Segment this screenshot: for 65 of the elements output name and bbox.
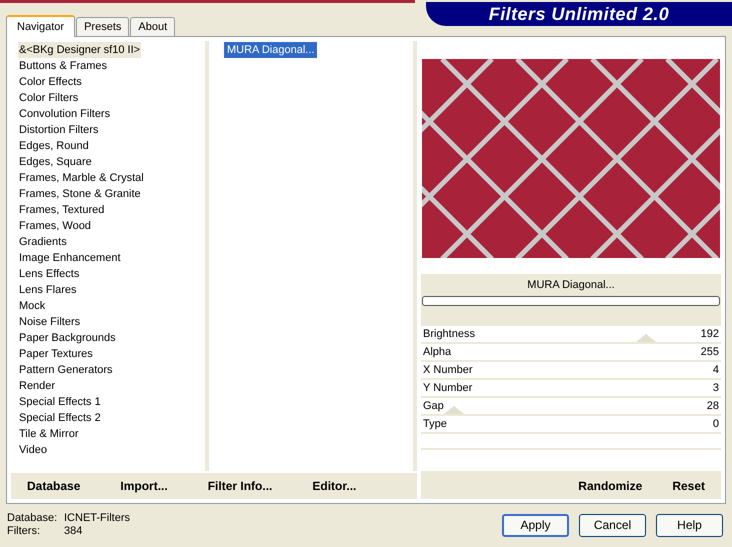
category-item[interactable]: Frames, Wood — [18, 218, 92, 234]
category-item[interactable]: &<BKg Designer sf10 II> — [18, 42, 142, 58]
parameter-value: 0 — [712, 416, 719, 432]
category-item[interactable]: Tile & Mirror — [18, 426, 80, 442]
status-value: ICNET-Filters — [64, 512, 130, 525]
dialog-button[interactable]: Help — [656, 514, 723, 536]
parameter-value: 192 — [700, 326, 719, 342]
toolbar-button[interactable]: Randomize — [568, 475, 652, 497]
parameter-name: Gap — [423, 398, 444, 414]
category-item[interactable]: Special Effects 1 — [18, 394, 102, 410]
parameter-value: 3 — [712, 380, 719, 396]
category-item[interactable]: Color Filters — [18, 90, 80, 106]
dialog-button[interactable]: Apply — [502, 514, 569, 536]
category-item[interactable]: Paper Textures — [18, 346, 94, 362]
status-value: 384 — [64, 525, 84, 538]
category-item[interactable]: Buttons & Frames — [18, 58, 108, 74]
parameter-row[interactable]: Gap 28 — [421, 398, 721, 416]
toolbar-button[interactable]: Filter Info... — [194, 475, 286, 497]
category-item[interactable]: Frames, Marble & Crystal — [18, 170, 145, 186]
parameter-value: 4 — [712, 362, 719, 378]
parameter-value: 28 — [706, 398, 719, 414]
toolbar-button[interactable]: Reset — [662, 475, 715, 497]
category-item[interactable]: Lens Effects — [18, 266, 80, 282]
category-item[interactable]: Distortion Filters — [18, 122, 100, 138]
toolbar-button[interactable]: Import... — [106, 475, 182, 497]
parameter-row[interactable]: X Number 4 — [421, 362, 721, 380]
category-item[interactable]: Frames, Textured — [18, 202, 106, 218]
parameter-name: X Number — [423, 362, 473, 378]
category-item[interactable]: Noise Filters — [18, 314, 82, 330]
category-item[interactable]: Gradients — [18, 234, 68, 250]
slider-thumb[interactable] — [444, 406, 464, 414]
toolbar-button[interactable]: Database — [13, 475, 94, 497]
category-item[interactable]: Paper Backgrounds — [18, 330, 117, 346]
slider-thumb[interactable] — [636, 334, 656, 342]
category-item[interactable]: Video — [18, 442, 48, 458]
category-item[interactable]: Image Enhancement — [18, 250, 122, 266]
status-label: Database: — [7, 512, 58, 525]
tab[interactable]: Navigator — [6, 15, 76, 37]
toolbar-button[interactable]: Editor... — [298, 475, 370, 497]
category-item[interactable]: Mock — [18, 298, 46, 314]
parameter-row[interactable]: Brightness 192 — [421, 326, 721, 344]
category-item[interactable]: Render — [18, 378, 56, 394]
parameter-row[interactable]: Alpha 255 — [421, 344, 721, 362]
tab[interactable]: About — [130, 17, 176, 36]
category-item[interactable]: Special Effects 2 — [18, 410, 102, 426]
category-item[interactable]: Frames, Stone & Granite — [18, 186, 142, 202]
category-item[interactable]: Color Effects — [18, 74, 83, 90]
parameter-name: Alpha — [423, 344, 452, 360]
category-item[interactable]: Convolution Filters — [18, 106, 112, 122]
category-item[interactable]: Edges, Square — [18, 154, 93, 170]
status-label: Filters: — [7, 525, 41, 538]
parameter-name: Type — [423, 416, 447, 432]
category-item[interactable]: Pattern Generators — [18, 362, 114, 378]
category-item[interactable]: Edges, Round — [18, 138, 90, 154]
category-item[interactable]: Lens Flares — [18, 282, 78, 298]
filter-name-label: MURA Diagonal... — [526, 278, 616, 293]
dialog-button[interactable]: Cancel — [579, 514, 646, 536]
parameter-name: Y Number — [423, 380, 472, 396]
filter-item[interactable]: MURA Diagonal... — [224, 42, 318, 58]
parameter-value: 255 — [700, 344, 719, 360]
parameter-row[interactable]: Y Number 3 — [421, 380, 721, 398]
parameter-name: Brightness — [423, 326, 475, 342]
parameter-row[interactable]: Type 0 — [421, 416, 721, 434]
product-banner: Filters Unlimited 2.0 — [426, 2, 732, 26]
tab[interactable]: Presets — [76, 17, 130, 36]
